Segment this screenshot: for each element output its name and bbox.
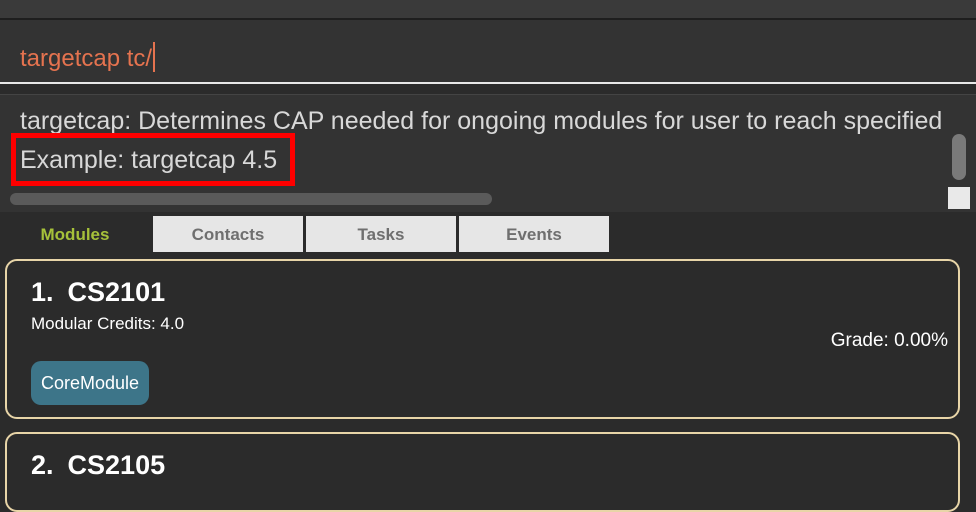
highlight-annotation <box>11 133 295 186</box>
result-description: targetcap: Determines CAP needed for ong… <box>20 107 946 135</box>
module-tag: CoreModule <box>31 361 150 405</box>
module-credits: Modular Credits: 4.0 <box>31 314 185 333</box>
module-code: CS2101 <box>67 277 166 307</box>
vertical-scrollbar-thumb[interactable] <box>952 134 966 180</box>
module-index: 1. <box>31 277 54 307</box>
module-index: 2. <box>31 450 54 480</box>
command-input[interactable]: targetcap tc/ <box>20 42 156 73</box>
tab-modules[interactable]: Modules <box>0 216 150 252</box>
command-box[interactable]: targetcap tc/ <box>0 20 976 84</box>
tab-tasks[interactable]: Tasks <box>306 216 456 252</box>
module-title: 1. CS2101 <box>31 277 165 308</box>
scrollbar-corner <box>948 187 970 209</box>
tab-events[interactable]: Events <box>459 216 609 252</box>
module-title: 2. CS2105 <box>31 450 165 481</box>
top-bar <box>0 0 976 18</box>
text-caret <box>153 42 156 72</box>
module-card[interactable]: 2. CS2105 <box>5 432 960 512</box>
command-input-text: targetcap tc/ <box>20 45 153 72</box>
module-card[interactable]: 1. CS2101 Modular Credits: 4.0 Grade: 0.0… <box>5 259 960 419</box>
module-grade: Grade: 0.00% <box>830 330 948 351</box>
module-code: CS2105 <box>67 450 166 480</box>
tab-contacts[interactable]: Contacts <box>153 216 303 252</box>
horizontal-scrollbar-thumb[interactable] <box>10 193 492 205</box>
